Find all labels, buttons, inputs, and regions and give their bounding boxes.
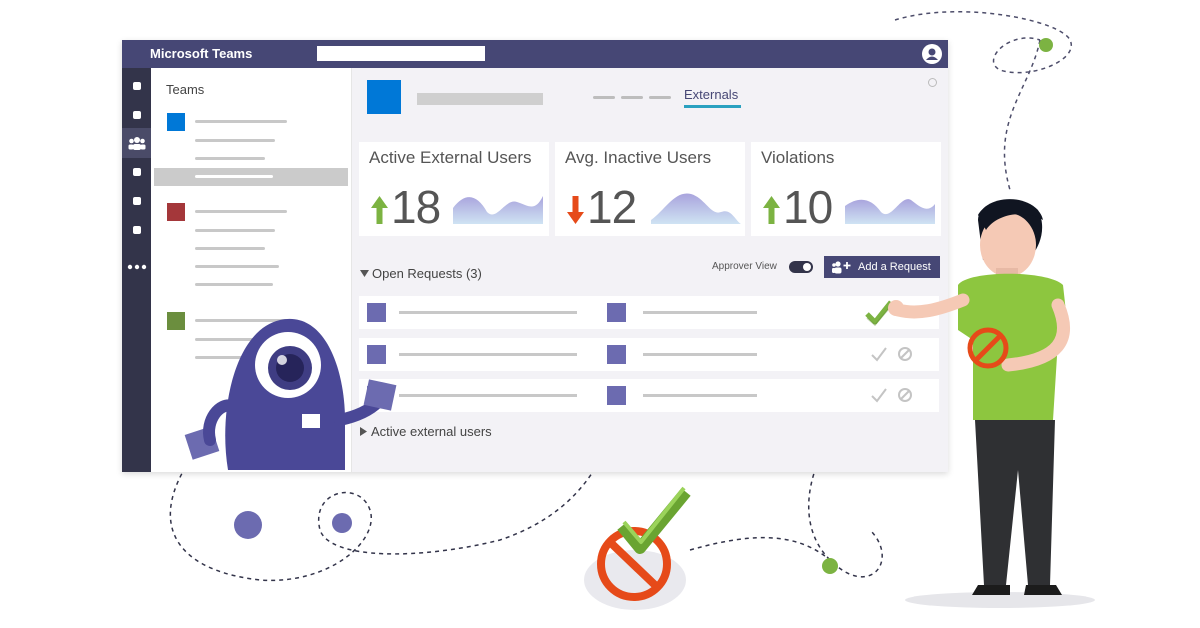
request-icon [607, 303, 626, 322]
request-icon [607, 345, 626, 364]
request-text-placeholder [399, 353, 577, 356]
tab-placeholder[interactable] [593, 96, 615, 99]
request-text-placeholder [399, 394, 577, 397]
channel-placeholder [195, 175, 273, 178]
channel-placeholder[interactable] [195, 139, 275, 142]
open-requests-toggle[interactable]: Open Requests (3) [360, 266, 482, 281]
request-row[interactable] [359, 379, 939, 412]
team-icon[interactable] [167, 203, 185, 221]
channel-placeholder[interactable] [195, 157, 265, 160]
mascot-illustration [184, 318, 397, 470]
tab-underline [684, 105, 741, 108]
people-icon [128, 137, 146, 150]
stat-card: Avg. Inactive Users 12 [555, 142, 745, 236]
rail-icon[interactable] [133, 226, 141, 234]
request-row[interactable] [359, 338, 939, 371]
request-row[interactable] [359, 296, 939, 329]
stat-title: Violations [761, 148, 835, 167]
rail-icon[interactable] [133, 111, 141, 119]
team-name-placeholder[interactable] [195, 120, 287, 123]
channel-placeholder[interactable] [195, 229, 275, 232]
profile-icon[interactable] [922, 44, 942, 64]
search-input[interactable] [317, 46, 485, 61]
stat-card: Active External Users 18 [359, 142, 549, 236]
app-rail [122, 68, 151, 472]
request-text-placeholder [643, 311, 757, 314]
channel-placeholder[interactable] [195, 247, 265, 250]
stat-title: Avg. Inactive Users [565, 148, 712, 167]
channel-placeholder[interactable] [195, 283, 273, 286]
arrow-up-icon [763, 196, 780, 224]
team-icon[interactable] [167, 113, 185, 131]
channel-placeholder[interactable] [195, 265, 279, 268]
open-requests-label: Open Requests (3) [372, 266, 482, 281]
approval-sign-illustration [584, 486, 691, 610]
channel-avatar [367, 80, 401, 114]
green-dot [822, 558, 838, 574]
purple-dot [234, 511, 262, 539]
approver-view-toggle[interactable] [789, 261, 813, 273]
app-title: Microsoft Teams [150, 46, 253, 61]
request-text-placeholder [643, 353, 757, 356]
channel-title-placeholder [417, 93, 543, 105]
rail-icon[interactable] [133, 197, 141, 205]
caret-down-icon [360, 270, 369, 277]
title-bar: Microsoft Teams [122, 40, 948, 68]
stat-value: 10 [783, 181, 833, 233]
sparkline [651, 193, 741, 224]
status-circle-icon [928, 78, 937, 87]
stat-title: Active External Users [369, 148, 532, 167]
add-person-icon [832, 261, 851, 274]
stat-value: 12 [587, 181, 637, 233]
approver-view-label: Approver View [712, 261, 777, 272]
purple-dot [332, 513, 352, 533]
request-text-placeholder [399, 311, 577, 314]
rail-icon[interactable] [133, 82, 141, 90]
stat-value: 18 [391, 181, 441, 233]
more-icon[interactable] [127, 264, 147, 270]
arrow-up-icon [371, 196, 388, 224]
sparkline [453, 196, 543, 224]
tab-placeholder[interactable] [621, 96, 643, 99]
rail-icon[interactable] [133, 168, 141, 176]
tab-placeholder[interactable] [649, 96, 671, 99]
request-icon [607, 386, 626, 405]
tab-externals[interactable]: Externals [684, 87, 738, 102]
request-text-placeholder [643, 394, 757, 397]
arrow-down-icon [567, 196, 584, 224]
person-illustration [888, 199, 1070, 595]
rail-active-item[interactable] [122, 128, 151, 158]
teams-heading: Teams [166, 82, 205, 97]
green-dot [1039, 38, 1053, 52]
team-name-placeholder[interactable] [195, 210, 287, 213]
